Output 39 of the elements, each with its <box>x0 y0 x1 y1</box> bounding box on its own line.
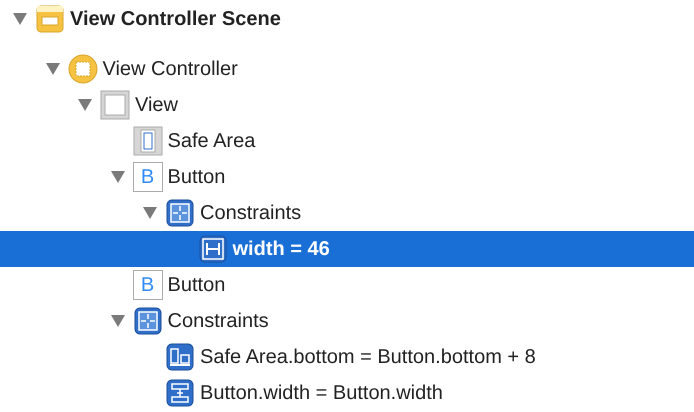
outline-row[interactable]: B Button <box>0 159 694 195</box>
row-label: View Controller Scene <box>70 7 281 32</box>
constraints-icon <box>134 307 162 335</box>
outline-row[interactable]: View Controller Scene <box>0 1 694 37</box>
outline-row[interactable]: Safe Area <box>0 123 694 159</box>
outline-row[interactable]: Safe Area.bottom = Button.bottom + 8 <box>0 339 694 375</box>
scene-icon <box>36 5 64 33</box>
collapse-triangle-icon[interactable] <box>110 170 126 184</box>
outline-row[interactable]: View Controller <box>0 51 694 87</box>
row-label: Safe Area <box>168 129 256 154</box>
align-constraint-icon <box>166 343 194 371</box>
outline-row[interactable]: width = 46 <box>0 231 694 267</box>
row-label: Button.width = Button.width <box>200 381 443 406</box>
safe-area-icon <box>132 126 162 156</box>
row-label: Safe Area.bottom = Button.bottom + 8 <box>200 345 536 370</box>
button-icon: B <box>132 162 162 192</box>
collapse-triangle-icon[interactable] <box>44 62 60 76</box>
row-label: View Controller <box>102 57 238 82</box>
row-label: Constraints <box>168 309 269 334</box>
row-label: Button <box>168 273 226 298</box>
outline-row[interactable]: Constraints <box>0 303 694 339</box>
outline-row[interactable]: Constraints <box>0 195 694 231</box>
collapse-triangle-icon[interactable] <box>12 12 28 26</box>
controller-icon <box>68 54 98 84</box>
row-label: Constraints <box>200 201 302 226</box>
equal-width-constraint-icon <box>166 379 194 407</box>
row-label: Button <box>168 165 226 190</box>
row-label: width = 46 <box>232 237 330 262</box>
collapse-triangle-icon[interactable] <box>110 314 126 328</box>
collapse-triangle-icon[interactable] <box>77 98 93 112</box>
outline-row[interactable]: Button.width = Button.width <box>0 375 694 411</box>
outline-row[interactable]: B Button <box>0 267 694 303</box>
collapse-triangle-icon[interactable] <box>142 206 158 220</box>
row-label: View <box>135 93 178 118</box>
button-icon: B <box>132 270 162 300</box>
view-icon <box>100 90 130 120</box>
width-constraint-icon <box>198 235 226 263</box>
constraints-icon <box>166 199 194 227</box>
outline-row[interactable]: View <box>0 87 694 123</box>
